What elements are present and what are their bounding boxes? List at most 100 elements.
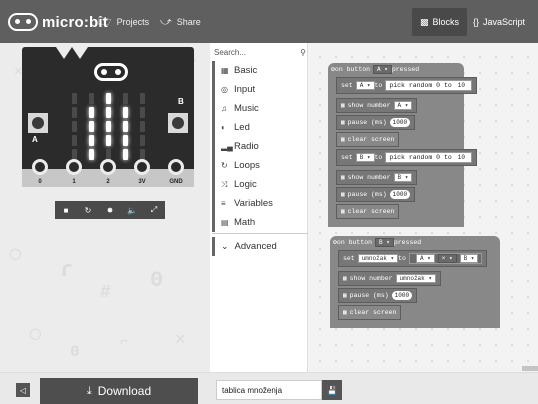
on-button-b-event[interactable]: ⚙ on button B ▾ pressed set umnožak ▾ to A ▾… (330, 236, 500, 328)
value-dropdown[interactable]: umnožak ▾ (395, 274, 436, 283)
block-setmul[interactable]: set umnožak ▾ to A ▾ × ▾ B ▾ (338, 250, 488, 267)
save-icon[interactable]: 💾 (322, 380, 342, 400)
category-label: Math (234, 217, 256, 228)
background-decoration: 0 (70, 343, 80, 361)
variable-dropdown[interactable]: B ▾ (355, 153, 375, 162)
project-name-input[interactable]: tablica množenja (216, 380, 322, 400)
led-on (123, 149, 128, 160)
right-operand[interactable]: B ▾ (459, 254, 479, 263)
signal-icon: ▂▄ (221, 142, 233, 151)
random-label: pick random 0 to (389, 154, 452, 161)
block-show[interactable]: ▦ show number A ▾ (336, 98, 418, 113)
block-label: clear screen (347, 136, 395, 143)
button-dropdown[interactable]: B ▾ (375, 237, 394, 247)
download-button[interactable]: ⤓ Download (40, 378, 198, 404)
block-pause[interactable]: ▦ pause (ms) 1000 (336, 115, 416, 130)
led-on (106, 135, 111, 146)
search-input[interactable]: Search... (214, 48, 246, 57)
javascript-toggle[interactable]: {} JavaScript (467, 8, 531, 36)
board-face-icon (94, 63, 128, 81)
category-label: Logic (234, 179, 257, 190)
javascript-label: JavaScript (482, 17, 526, 27)
restart-icon[interactable]: ↻ (77, 201, 99, 219)
category-led[interactable]: ◐ Led (212, 118, 308, 137)
category-variables[interactable]: ≡ Variables (212, 194, 308, 213)
button-a[interactable] (28, 113, 48, 133)
block-clear[interactable]: ▦ clear screen (336, 132, 400, 147)
button-b-label: B (178, 97, 184, 106)
variable-dropdown[interactable]: umnožak ▾ (357, 254, 399, 263)
block-show[interactable]: ▦ show number B ▾ (336, 170, 418, 185)
block-set[interactable]: set B ▾ to pick random 0 to 10 (336, 149, 477, 166)
button-dropdown[interactable]: A ▾ (373, 64, 392, 74)
pin-3v[interactable]: 3V (130, 159, 154, 187)
slowmo-icon[interactable]: ✸ (99, 201, 121, 219)
random-block[interactable]: pick random 0 to 10 (385, 152, 472, 163)
category-input[interactable]: ◎ Input (212, 80, 308, 99)
toolbox-search[interactable]: Search... ⚲ (214, 45, 306, 59)
value-dropdown[interactable]: B ▾ (393, 173, 413, 182)
category-logic[interactable]: ⤨ Logic (212, 175, 308, 194)
pin-label: GND (169, 179, 183, 185)
block-clear[interactable]: ▦ clear screen (338, 305, 402, 320)
pause-value-field[interactable]: 1000 (389, 118, 411, 127)
variable-dropdown[interactable]: A ▾ (355, 81, 375, 90)
stop-icon[interactable]: ■ (55, 201, 77, 219)
block-clear[interactable]: ▦ clear screen (336, 204, 400, 219)
category-loops[interactable]: ↻ Loops (212, 156, 308, 175)
block-label: to (374, 82, 383, 89)
microbit-board: A B 0 1 2 3V GND (22, 47, 194, 187)
button-a-label: A (32, 135, 38, 144)
bottom-bar: ◁ ⤓ Download tablica množenja 💾 (0, 372, 538, 404)
block-label: to (374, 154, 383, 161)
event-spine (330, 248, 338, 322)
background-decoration: # (100, 283, 111, 303)
led-on (123, 121, 128, 132)
on-button-a-event[interactable]: ⚙ on button A ▾ pressed set A ▾ to pick rand… (328, 63, 477, 227)
pin-label: 3V (138, 179, 146, 185)
blocks-workspace[interactable]: ⚙ on button A ▾ pressed set A ▾ to pick rand… (308, 43, 538, 372)
microbit-logo[interactable]: micro:bit (8, 11, 108, 33)
share-button[interactable]: ⤻ Share (160, 14, 201, 30)
led-on (123, 135, 128, 146)
pin-2[interactable]: 2 (96, 159, 120, 187)
blocks-toggle[interactable]: ▩ Blocks (412, 8, 467, 36)
block-pause[interactable]: ▦ pause (ms) 1000 (336, 187, 416, 202)
value-dropdown[interactable]: A ▾ (393, 101, 413, 110)
led-off (89, 93, 94, 104)
random-max-field[interactable]: 10 (454, 153, 468, 162)
left-operand[interactable]: A ▾ (415, 254, 435, 263)
grid-icon: ▦ (341, 208, 345, 215)
category-label: Input (234, 84, 256, 95)
block-pause[interactable]: ▦ pause (ms) 1000 (338, 288, 418, 303)
category-radio[interactable]: ▂▄ Radio (212, 137, 308, 156)
workspace-scrollbar[interactable] (522, 366, 538, 371)
advanced-category[interactable]: ⌄ Advanced (212, 237, 308, 256)
pause-value-field[interactable]: 1000 (389, 190, 411, 199)
led-off (140, 107, 145, 118)
simulator-pane: ✕ ✦ ◯ ɾ # 0 ✕ ◯ ⌐ 0 A B 0123VGND ■ ↻ ✸ 🔈… (0, 43, 210, 372)
pin-gnd[interactable]: GND (164, 159, 188, 187)
collapse-simulator-button[interactable]: ◁ (16, 383, 30, 397)
mute-icon[interactable]: 🔈 (121, 201, 143, 219)
random-block[interactable]: pick random 0 to 10 (385, 80, 472, 91)
board-notch (72, 47, 88, 59)
button-b[interactable] (168, 113, 188, 133)
category-basic[interactable]: ▦ Basic (212, 61, 308, 80)
random-max-field[interactable]: 10 (454, 81, 468, 90)
multiply-block[interactable]: A ▾ × ▾ B ▾ (408, 253, 483, 264)
operator-dropdown[interactable]: × ▾ (437, 254, 457, 263)
fullscreen-icon[interactable]: ⤢ (143, 201, 165, 219)
toggle-icon: ◐ (221, 123, 226, 132)
block-set[interactable]: set A ▾ to pick random 0 to 10 (336, 77, 477, 94)
category-math[interactable]: ▤ Math (212, 213, 308, 232)
block-show[interactable]: ▦ show number umnožak ▾ (338, 271, 441, 286)
projects-button[interactable]: 🗁 Projects (98, 14, 149, 30)
pin-ring (32, 159, 48, 175)
pin-0[interactable]: 0 (28, 159, 52, 187)
category-music[interactable]: ♫ Music (212, 99, 308, 118)
block-label: show number (347, 174, 391, 181)
pause-value-field[interactable]: 1000 (391, 291, 413, 300)
pin-1[interactable]: 1 (62, 159, 86, 187)
headphones-icon: ♫ (221, 104, 227, 113)
